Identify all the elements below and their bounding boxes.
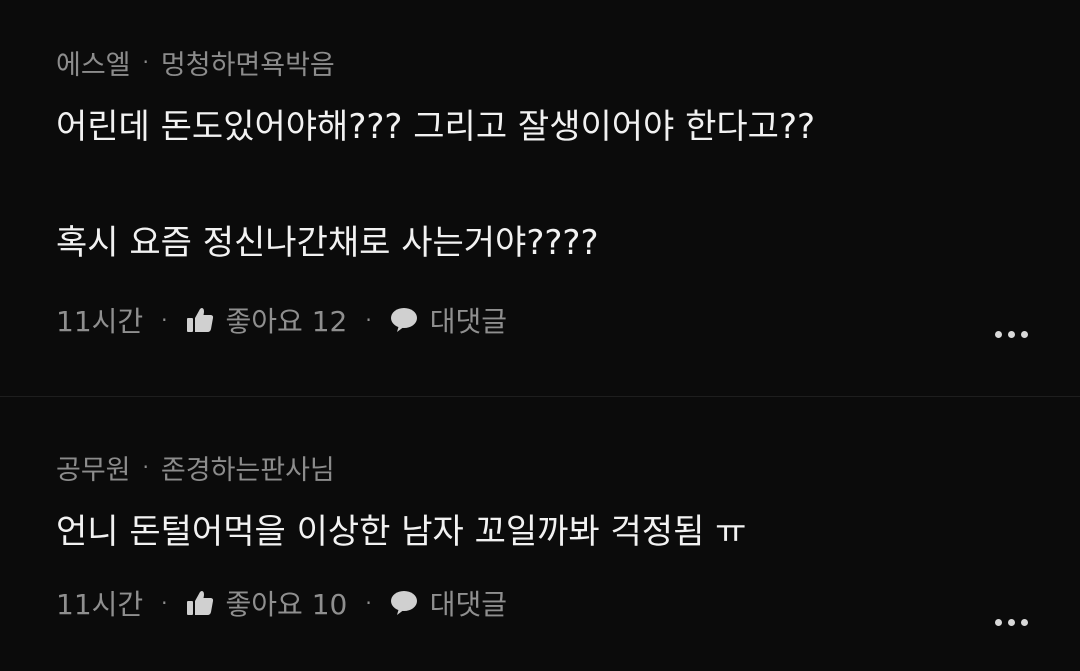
like-button[interactable]: 좋아요 12	[186, 300, 348, 340]
more-horizontal-icon	[995, 331, 1002, 338]
comment-actions: 11시간 · 좋아요 10 · 대댓글	[56, 583, 1024, 623]
more-dot	[1008, 331, 1015, 338]
comment-author[interactable]: 에스엘	[56, 43, 131, 82]
more-options-button[interactable]	[995, 619, 1028, 626]
more-options-button[interactable]	[995, 331, 1028, 338]
meta-separator: ·	[142, 50, 149, 74]
more-dot	[1021, 331, 1028, 338]
comment-meta: 공무원 · 존경하는판사님	[56, 448, 1024, 487]
action-separator: ·	[365, 591, 372, 615]
reply-label: 대댓글	[429, 588, 507, 621]
meta-separator: ·	[142, 455, 149, 479]
comment-time: 11시간	[56, 588, 144, 621]
speech-bubble-icon	[390, 307, 418, 333]
more-horizontal-icon	[995, 619, 1002, 626]
action-separator: ·	[161, 308, 168, 332]
comment-author[interactable]: 공무원	[56, 448, 131, 487]
comment-actions: 11시간 · 좋아요 12 · 대댓글	[56, 300, 1024, 340]
speech-bubble-icon	[390, 590, 418, 616]
more-dot	[1021, 619, 1028, 626]
like-count-label: 좋아요 12	[225, 305, 348, 338]
comment-text: 언니 돈털어먹을 이상한 남자 꼬일까봐 걱정됨 ㅠ	[56, 512, 747, 552]
comment-text: 어린데 돈도있어야해??? 그리고 잘생이어야 한다고?? 혹시 요즘 정신나간…	[56, 107, 816, 263]
reply-label: 대댓글	[429, 305, 507, 338]
comment-time: 11시간	[56, 305, 144, 338]
action-separator: ·	[161, 591, 168, 615]
comment-item: 에스엘 · 멍청하면욕박음 어린데 돈도있어야해??? 그리고 잘생이어야 한다…	[0, 0, 1080, 396]
comment-user-title: 존경하는판사님	[160, 454, 335, 486]
more-dot	[1008, 619, 1015, 626]
reply-button[interactable]: 대댓글	[390, 583, 507, 623]
thumbs-up-icon	[186, 307, 214, 333]
like-button[interactable]: 좋아요 10	[186, 583, 348, 623]
action-separator: ·	[365, 308, 372, 332]
comment-user-title: 멍청하면욕박음	[160, 49, 335, 81]
comment-meta: 에스엘 · 멍청하면욕박음	[56, 43, 1024, 82]
reply-button[interactable]: 대댓글	[390, 300, 507, 340]
thumbs-up-icon	[186, 590, 214, 616]
comment-item: 공무원 · 존경하는판사님 언니 돈털어먹을 이상한 남자 꼬일까봐 걱정됨 ㅠ…	[0, 396, 1080, 671]
like-count-label: 좋아요 10	[225, 588, 348, 621]
